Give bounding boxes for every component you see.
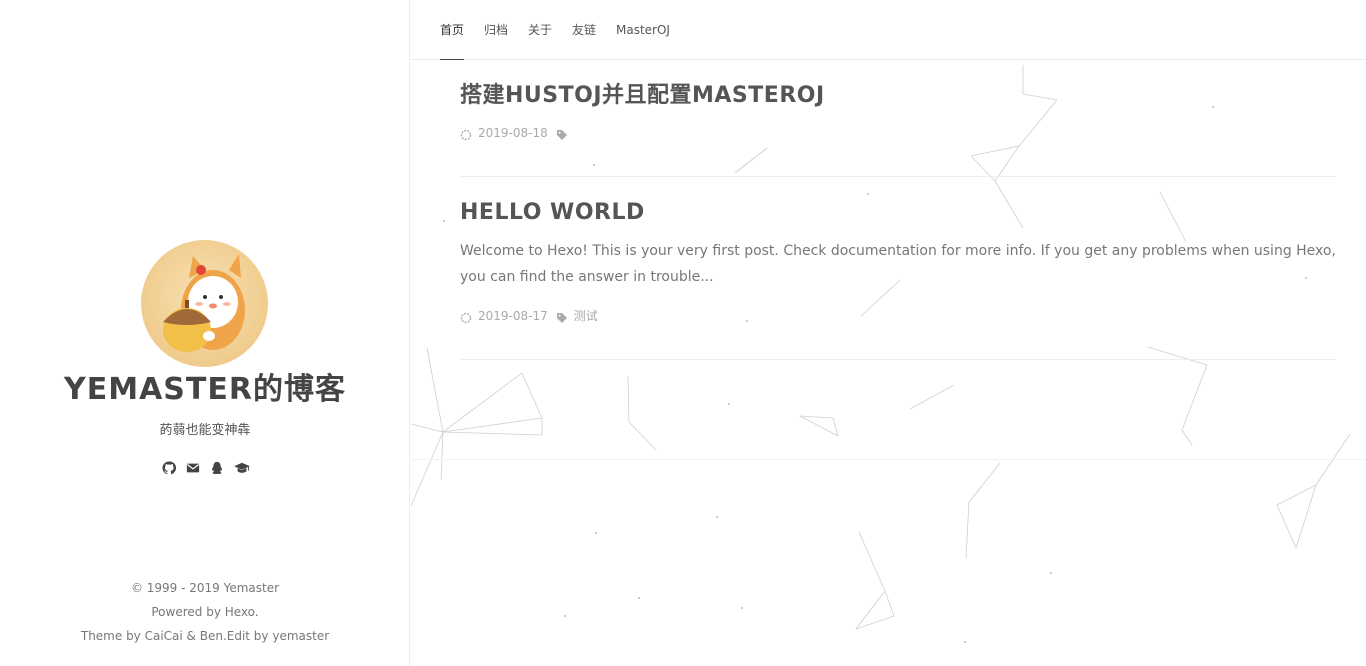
post-item: 搭建HUSTOJ并且配置MASTEROJ 2019-08-18 — [460, 81, 1336, 143]
background-particle-lines — [411, 65, 1351, 643]
post-meta: 2019-08-18 — [460, 123, 1336, 143]
qq-icon[interactable] — [210, 460, 224, 475]
mail-icon[interactable] — [186, 460, 200, 474]
nav-item-archive[interactable]: 归档 — [484, 20, 508, 40]
post-title[interactable]: 搭建HUSTOJ并且配置MASTEROJ — [460, 81, 1336, 111]
nav-item-home[interactable]: 首页 — [440, 20, 464, 40]
top-nav: 首页 归档 关于 友链 MasterOJ — [411, 0, 1366, 60]
post-item: HELLO WORLD Welcome to Hexo! This is you… — [460, 198, 1336, 326]
pagination-divider — [411, 459, 1366, 460]
post-divider — [460, 176, 1336, 177]
post-excerpt: Welcome to Hexo! This is your very first… — [460, 243, 1336, 285]
social-links — [0, 460, 410, 475]
nav-active-indicator — [440, 59, 464, 60]
avatar[interactable] — [141, 240, 268, 367]
copyright-text: © 1999 - 2019 Yemaster — [130, 581, 280, 595]
post-meta: 2019-08-17 测试 — [460, 306, 1336, 326]
sidebar-footer: © 1999 - 2019 Yemaster Powered by Hexo. … — [0, 576, 410, 648]
post-date: 2019-08-18 — [478, 126, 548, 140]
nav-item-links[interactable]: 友链 — [572, 20, 596, 40]
clock-icon — [460, 310, 472, 324]
nav-item-about[interactable]: 关于 — [528, 20, 552, 40]
post-divider — [460, 359, 1336, 360]
theme-credit-text[interactable]: Theme by CaiCai & Ben.Edit by yemaster — [0, 624, 410, 648]
tag-icon — [556, 310, 568, 323]
powered-by-text[interactable]: Powered by Hexo. — [0, 600, 410, 624]
post-date: 2019-08-17 — [478, 309, 548, 323]
sidebar: YEMASTER的博客 菂蒻也能变神犇 © 1999 - 2019 Yemast… — [0, 0, 410, 666]
clock-icon — [460, 127, 472, 141]
post-title[interactable]: HELLO WORLD — [460, 198, 1336, 228]
blog-subtitle: 菂蒻也能变神犇 — [159, 423, 251, 438]
tag-icon — [556, 127, 568, 140]
squirrel-avatar-illustration — [163, 254, 245, 352]
github-icon[interactable] — [162, 460, 177, 475]
graduation-cap-icon[interactable] — [234, 460, 250, 474]
post-tag[interactable]: 测试 — [574, 306, 598, 326]
page: YEMASTER的博客 菂蒻也能变神犇 © 1999 - 2019 Yemast… — [0, 0, 1366, 666]
blog-title[interactable]: YEMASTER的博客 — [0, 370, 410, 410]
nav-item-masteroj[interactable]: MasterOJ — [616, 20, 670, 40]
